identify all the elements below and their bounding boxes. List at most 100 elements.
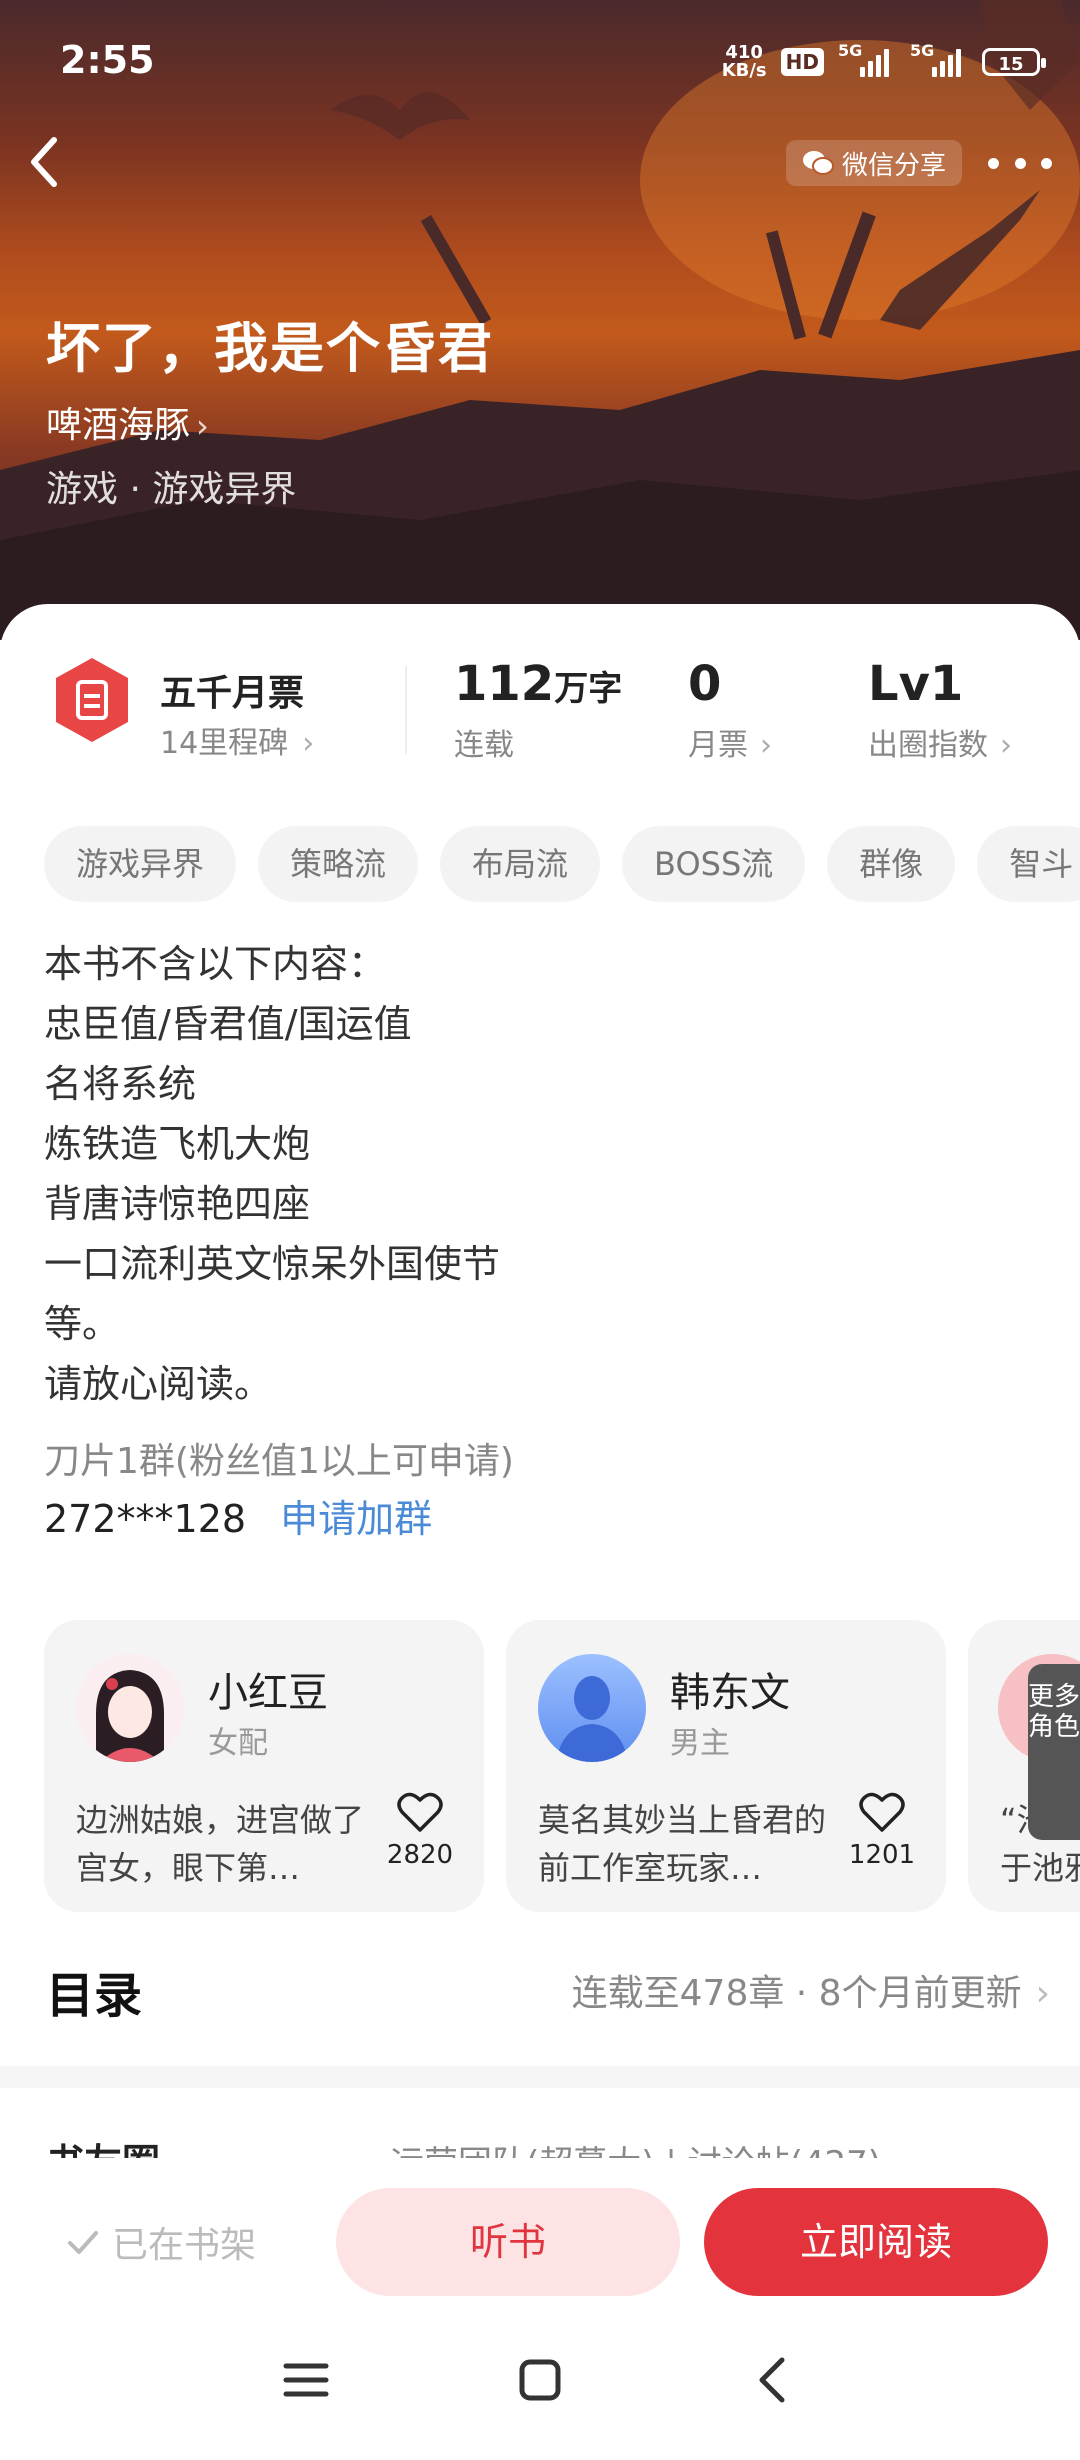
status-bar: 2:55 410 KB/s HD 5G 5G 15: [0, 0, 1080, 120]
monthly-ticket-label: 月票: [688, 728, 748, 763]
character-desc: 莫名其妙当上昏君的前工作室玩家…: [538, 1801, 827, 1887]
back-button[interactable]: [24, 130, 84, 200]
dot-icon: [1014, 157, 1026, 169]
chevron-right-icon: ›: [1035, 1973, 1050, 2014]
group-number: 272***128: [44, 1497, 247, 1541]
chevron-right-icon: ›: [1000, 728, 1012, 763]
book-description[interactable]: 本书不含以下内容： 忠臣值/昏君值/国运值 名将系统 炼铁造飞机大炮 背唐诗惊艳…: [44, 934, 500, 1414]
shelf-label: 已在书架: [112, 2225, 257, 2266]
word-count-value: 112: [454, 656, 555, 712]
on-shelf-status[interactable]: 已在书架: [66, 2216, 256, 2268]
fan-group-label: 刀片1群(粉丝值1以上可申请): [44, 1441, 514, 1482]
description-line: 一口流利英文惊呆外国使节: [44, 1242, 501, 1286]
character-name: 韩东文: [670, 1670, 790, 1716]
section-divider: [0, 2066, 1080, 2088]
tag-list: 游戏异界 策略流 布局流 BOSS流 群像 智斗: [44, 826, 1080, 902]
battery-icon: 15: [982, 48, 1046, 76]
more-roles-button[interactable]: 更多角色: [1028, 1664, 1080, 1840]
like-count: 2820: [386, 1840, 454, 1870]
character-avatar: [76, 1654, 184, 1762]
status-indicators: 410 KB/s HD 5G 5G 15: [722, 40, 1046, 84]
signal-icon: 5G: [838, 41, 896, 77]
share-label: 微信分享: [842, 150, 947, 181]
character-desc: 边洲姑娘，进宫做了宫女，眼下第…: [76, 1801, 365, 1887]
word-count-unit: 万字: [554, 669, 623, 709]
more-options-button[interactable]: [988, 140, 1052, 186]
heart-icon: [397, 1792, 443, 1832]
hero-banner: 2:55 410 KB/s HD 5G 5G 15 微信分享 坏了，我是个昏君 …: [0, 0, 1080, 640]
monthly-ticket-stat[interactable]: 0 月票 ›: [688, 656, 772, 764]
bottom-action-bar: 已在书架 听书 立即阅读: [0, 2158, 1080, 2298]
character-role: 男主: [670, 1726, 730, 1761]
monthly-ticket-value: 0: [688, 656, 722, 712]
catalog-title[interactable]: 目录: [46, 1956, 142, 2026]
ticket-milestone-title[interactable]: 五千月票: [160, 664, 304, 716]
dot-icon: [988, 157, 999, 169]
network-speed: 410 KB/s: [722, 44, 767, 80]
tag-chip[interactable]: BOSS流: [622, 826, 806, 902]
sim1-label: 5G: [838, 41, 863, 60]
chevron-right-icon: ›: [760, 728, 772, 763]
tag-chip[interactable]: 游戏异界: [44, 826, 237, 902]
hd-badge: HD: [780, 48, 824, 76]
character-carousel[interactable]: 小红豆 女配 边洲姑娘，进宫做了宫女，眼下第… 2820 韩东文 男主 莫名其妙…: [44, 1620, 1080, 1912]
tag-chip[interactable]: 群像: [827, 826, 956, 902]
genre-label: 游戏 · 游戏异界: [46, 469, 297, 510]
join-group-link[interactable]: 申请加群: [280, 1497, 432, 1541]
word-count-stat: 112万字 连载: [454, 656, 622, 764]
net-speed-unit: KB/s: [721, 60, 767, 81]
avatar-male-silhouette-icon: [538, 1654, 646, 1762]
milestone-label: 14里程碑: [160, 726, 289, 761]
author-name: 啤酒海豚: [46, 405, 191, 446]
chevron-right-icon: ›: [196, 407, 209, 445]
description-line: 忠臣值/昏君值/国运值: [44, 1002, 412, 1046]
description-line: 名将系统: [44, 1062, 197, 1106]
ticket-milestone-link[interactable]: 14里程碑 ›: [160, 718, 314, 762]
like-button[interactable]: 1201: [844, 1790, 920, 1870]
catalog-update-info: 连载至478章 · 8个月前更新: [571, 1973, 1022, 2014]
monthly-ticket-icon: [56, 658, 128, 742]
divider: [405, 666, 407, 754]
listen-button[interactable]: 听书: [336, 2188, 680, 2296]
wechat-share-button[interactable]: 微信分享: [786, 140, 963, 186]
book-detail-card: 五千月票 14里程碑 › 112万字 连载 0 月票 › Lv1 出圈指数 › 游戏异…: [0, 604, 1080, 2185]
tag-chip[interactable]: 策略流: [258, 826, 419, 902]
description-line: 本书不含以下内容：: [44, 942, 387, 986]
character-card[interactable]: 韩东文 男主 莫名其妙当上昏君的前工作室玩家… 1201: [506, 1620, 946, 1912]
system-nav-bar: [0, 2310, 1080, 2460]
like-count: 1201: [848, 1840, 916, 1870]
dot-icon: [1041, 157, 1052, 169]
signal-icon: 5G: [910, 41, 968, 77]
back-nav-icon[interactable]: [744, 2350, 804, 2410]
chevron-left-icon: [31, 137, 57, 187]
check-icon: [68, 2231, 98, 2254]
serial-status: 连载: [454, 728, 514, 763]
description-line: 炼铁造飞机大炮: [44, 1122, 311, 1166]
avatar-girl-icon: [76, 1654, 184, 1762]
chevron-right-icon: ›: [302, 726, 315, 761]
catalog-update-link[interactable]: 连载至478章 · 8个月前更新 ›: [572, 1964, 1050, 2016]
home-icon[interactable]: [510, 2350, 570, 2410]
character-card[interactable]: 小红豆 女配 边洲姑娘，进宫做了宫女，眼下第… 2820: [44, 1620, 484, 1912]
fan-group-row: 272***128 申请加群: [44, 1488, 432, 1543]
read-now-button[interactable]: 立即阅读: [704, 2188, 1048, 2296]
status-time: 2:55: [60, 38, 155, 82]
description-line: 等。: [44, 1302, 121, 1346]
tag-chip[interactable]: 布局流: [440, 826, 601, 902]
book-title: 坏了，我是个昏君: [46, 317, 494, 380]
author-link[interactable]: 啤酒海豚 ›: [46, 396, 209, 448]
description-line: 背唐诗惊艳四座: [44, 1182, 311, 1226]
character-avatar: [538, 1654, 646, 1762]
popularity-stat[interactable]: Lv1 出圈指数 ›: [868, 656, 1012, 764]
popularity-label: 出圈指数: [868, 728, 988, 763]
character-role: 女配: [208, 1726, 268, 1761]
wechat-icon: [803, 151, 834, 175]
like-button[interactable]: 2820: [382, 1790, 458, 1870]
heart-icon: [859, 1792, 905, 1832]
description-line: 请放心阅读。: [44, 1362, 273, 1406]
sim2-label: 5G: [910, 41, 935, 60]
popularity-level: Lv1: [868, 656, 964, 712]
tag-chip[interactable]: 智斗: [977, 826, 1080, 902]
character-name: 小红豆: [208, 1670, 328, 1716]
menu-icon[interactable]: [276, 2350, 336, 2410]
